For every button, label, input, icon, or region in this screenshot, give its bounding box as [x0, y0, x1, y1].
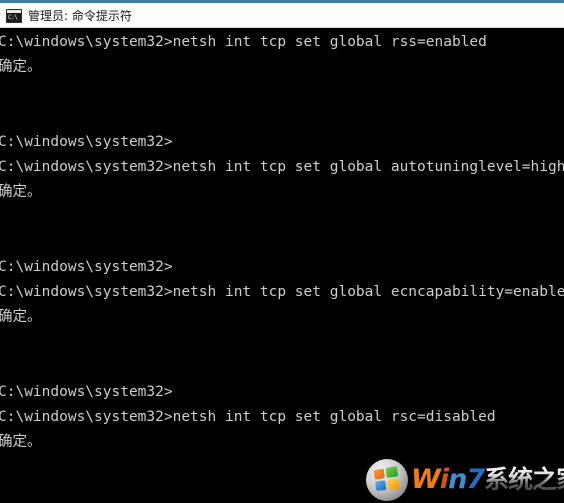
console-line: C:\windows\system32>netsh int tcp set gl…	[0, 159, 564, 175]
console-line: C:\windows\system32>netsh int tcp set gl…	[0, 409, 496, 425]
console-icon[interactable]: C:\	[6, 8, 22, 23]
console-line: C:\windows\system32>	[0, 384, 173, 400]
console-line: 确定。	[0, 59, 42, 75]
console-line: 确定。	[0, 434, 42, 450]
console-line: 确定。	[0, 309, 42, 325]
console-icon-prompt-glyph: C:\	[8, 13, 18, 21]
window-title: 管理员: 命令提示符	[28, 8, 132, 23]
console-line: C:\windows\system32>netsh int tcp set gl…	[0, 284, 564, 300]
console-line: C:\windows\system32>	[0, 259, 173, 275]
terminal-output-area[interactable]: C:\windows\system32>netsh int tcp set gl…	[0, 28, 564, 503]
console-line: C:\windows\system32>netsh int tcp set gl…	[0, 34, 487, 50]
command-prompt-window: C:\ 管理员: 命令提示符 C:\windows\system32>netsh…	[0, 0, 564, 503]
window-titlebar[interactable]: C:\ 管理员: 命令提示符	[0, 0, 564, 28]
console-line: 确定。	[0, 184, 42, 200]
console-line-list: C:\windows\system32>netsh int tcp set gl…	[0, 30, 564, 503]
console-line: C:\windows\system32>	[0, 134, 173, 150]
